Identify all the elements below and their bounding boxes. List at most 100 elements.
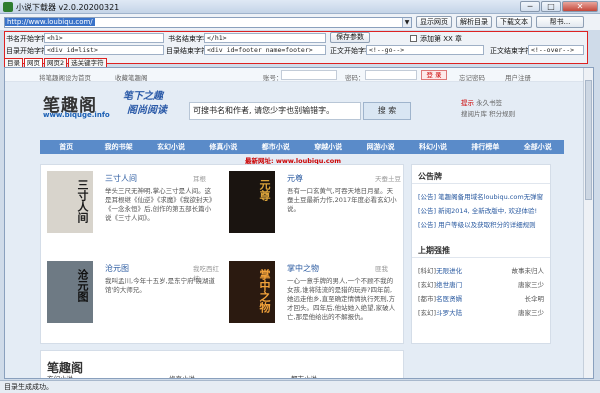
book-title[interactable]: 三寸人间 — [105, 173, 137, 184]
announce-item[interactable]: [公告] 笔趣阁备用域名loubiqu.com无弹窗 — [418, 191, 543, 201]
bookmark-link[interactable]: 收藏笔趣阁 — [115, 72, 148, 82]
maximize-button[interactable]: □ — [541, 1, 561, 12]
minimize-button[interactable]: ─ — [520, 1, 540, 12]
hot-item-tag: [科幻] — [418, 267, 437, 275]
tab-keywords[interactable]: 选关键字符 — [68, 58, 107, 67]
window-title: 小说下载器 v2.0.20200321 — [16, 3, 120, 12]
url-input[interactable]: http://www.loubiqu.com/ ▼ — [4, 17, 412, 28]
nav-item[interactable]: 玄幻小说 — [145, 140, 197, 154]
nav-item[interactable]: 全部小说 — [512, 140, 564, 154]
hot-item[interactable]: [科幻]无限进化 — [418, 265, 462, 275]
app-icon — [3, 2, 13, 12]
nav-item[interactable]: 修真小说 — [197, 140, 249, 154]
download-text-button[interactable]: 下载文本 — [496, 16, 532, 28]
book-cover-title: 掌中之物 — [258, 269, 271, 313]
forgot-link[interactable]: 忘记密码 — [459, 72, 485, 82]
tab-webpage[interactable]: 网页 — [24, 58, 43, 67]
book-title[interactable]: 元尊 — [287, 173, 303, 184]
book-card[interactable]: 三寸人间 三寸人间 耳根 举头三尺无神明,掌心三寸是人间。这是耳根继《仙逆》《求魔》《… — [41, 165, 221, 253]
scrollbar-thumb[interactable] — [585, 80, 592, 200]
toc-end-input[interactable]: <div id=footer name=footer> — [204, 45, 326, 55]
body-start-input[interactable]: <!--go--> — [366, 45, 484, 55]
chevron-down-icon[interactable]: ▼ — [402, 18, 411, 27]
close-button[interactable]: ✕ — [562, 1, 598, 12]
book-cover-title: 沧元图 — [76, 269, 89, 302]
slogan-line-1: 笔下之趣 — [123, 91, 163, 102]
book-description: 吾有一口玄黄气,可吞天地日月星。天蚕土豆最新力作,2017年度必看玄幻小说。 — [287, 187, 397, 213]
book-card[interactable]: 掌中之物 掌中之物 匪我 一心一意手牌的男人,一个不顾不我的女孩,谁将陆流的是猎的玩弄… — [223, 255, 403, 343]
hot-item-author: 长伞明 — [524, 295, 545, 303]
book-cover-image[interactable]: 三寸人间 — [47, 171, 93, 233]
hot-item-author: 唐家三少 — [518, 281, 544, 289]
hot-item-title[interactable]: 名医贤婿 — [436, 295, 462, 303]
book-start-input[interactable]: <h1> — [44, 33, 164, 43]
show-page-button[interactable]: 显示网页 — [416, 16, 452, 28]
login-button[interactable]: 登 录 — [421, 70, 447, 80]
book-card[interactable]: 元尊 元尊 天蚕土豆 吾有一口玄黄气,可吞天地日月星。天蚕土豆最新力作,2017年度必… — [223, 165, 403, 253]
book-title[interactable]: 沧元图 — [105, 263, 129, 274]
hot-item-title[interactable]: 无限进化 — [436, 267, 462, 275]
register-link[interactable]: 用户注册 — [505, 72, 531, 82]
scrollbar[interactable] — [583, 68, 593, 378]
add-chapter-checkbox[interactable] — [410, 35, 417, 42]
bookmark-link-2[interactable]: 永久书签 — [476, 99, 502, 107]
site-slogan: 笔下之趣 阁尚阅读 — [123, 90, 167, 118]
book-cover-image[interactable]: 掌中之物 — [229, 261, 275, 323]
book-title[interactable]: 掌中之物 — [287, 263, 319, 274]
tab-toc[interactable]: 目录 — [4, 58, 23, 67]
hot-item-title[interactable]: 斗罗大陆 — [436, 309, 462, 317]
site-search-button[interactable]: 搜 索 — [363, 102, 411, 120]
account-label: 账号： — [263, 74, 283, 82]
slogan-line-2: 阁尚阅读 — [127, 105, 167, 116]
password-input[interactable] — [365, 70, 417, 80]
divider — [412, 257, 550, 258]
toc-start-input[interactable]: <div id=list> — [44, 45, 164, 55]
body-end-input[interactable]: <!--over--> — [528, 45, 584, 55]
hot-item-author: 故事未归人 — [511, 267, 545, 275]
nav-item[interactable]: 我的书架 — [92, 140, 144, 154]
help-button[interactable]: 帮书... — [536, 16, 584, 28]
account-input[interactable] — [281, 70, 337, 80]
points-link[interactable]: 积分规则 — [489, 110, 515, 118]
book-cover-image[interactable]: 沧元图 — [47, 261, 93, 323]
status-bar: 目录生成成功。 — [0, 380, 600, 393]
book-cover-image[interactable]: 元尊 — [229, 171, 275, 233]
category-label[interactable]: 都市小说 — [291, 373, 317, 378]
hot-item-title[interactable]: 绝世唐门 — [436, 281, 462, 289]
site-search-input[interactable]: 可搜书名和作者, 请您少字也别输错字。 — [189, 102, 361, 120]
save-params-button[interactable]: 保存参数 — [330, 32, 370, 43]
nav-item[interactable]: 穿越小说 — [302, 140, 354, 154]
book-card[interactable]: 沧元图 沧元图 我吃西红柿 我叫孟川,今年十五岁,是东宁府'镜湖道馆'的大师兄。 — [41, 255, 221, 343]
announce-item[interactable]: [公告] 新阅2014, 全新改版中, 欢迎体验! — [418, 205, 537, 215]
nav-item[interactable]: 首页 — [40, 140, 92, 154]
announce-item[interactable]: [公告] 用户等级以及获取积分的详细规则 — [418, 219, 536, 229]
url-text: http://www.loubiqu.com/ — [5, 18, 95, 26]
hot-item-author: 唐家三少 — [518, 309, 544, 317]
web-view[interactable]: 将笔趣阁设为首页 收藏笔趣阁 账号： 密码： 登 录 忘记密码 用户注册 笔趣阁… — [4, 67, 594, 379]
parse-toc-button[interactable]: 解析目录 — [456, 16, 492, 28]
nav-item[interactable]: 科幻小说 — [407, 140, 459, 154]
book-cover-title: 元尊 — [258, 179, 271, 201]
site-topbar: 将笔趣阁设为首页 收藏笔趣阁 账号： 密码： 登 录 忘记密码 用户注册 — [5, 68, 583, 82]
announce-title: 公告牌 — [418, 172, 442, 181]
side-panel: 公告牌 [公告] 笔趣阁备用域名loubiqu.com无弹窗 [公告] 新阅20… — [411, 164, 551, 344]
hot-item-tag: [玄幻] — [418, 309, 437, 317]
book-author: 耳根 — [193, 175, 206, 183]
book-author: 匪我 — [375, 265, 388, 273]
featured-books-panel: 三寸人间 三寸人间 耳根 举头三尺无神明,掌心三寸是人间。这是耳根继《仙逆》《求魔》《… — [40, 164, 404, 344]
nav-item[interactable]: 网游小说 — [354, 140, 406, 154]
library-link[interactable]: 搜阅片库 — [461, 110, 487, 118]
hot-item[interactable]: [玄幻]斗罗大陆 — [418, 307, 462, 317]
category-label[interactable]: 修真小说 — [169, 373, 195, 378]
window-titlebar: 小说下载器 v2.0.20200321 ─ □ ✕ — [0, 0, 600, 14]
tab-webpage2[interactable]: 网页2 — [44, 58, 68, 67]
hot-item[interactable]: [玄幻]绝世唐门 — [418, 279, 462, 289]
hot-item-tag: [都市] — [418, 295, 437, 303]
category-label[interactable]: 玄幻小说 — [47, 373, 73, 378]
hot-item[interactable]: [都市]名医贤婿 — [418, 293, 462, 303]
nav-item[interactable]: 排行榜单 — [459, 140, 511, 154]
nav-item[interactable]: 都市小说 — [250, 140, 302, 154]
book-description: 一心一意手牌的男人,一个不顾不我的女孩,谁将陆流的是猎的玩弄?四年前,她远走他乡… — [287, 277, 396, 321]
set-home-link[interactable]: 将笔趣阁设为首页 — [39, 72, 91, 82]
book-end-input[interactable]: </h1> — [204, 33, 326, 43]
